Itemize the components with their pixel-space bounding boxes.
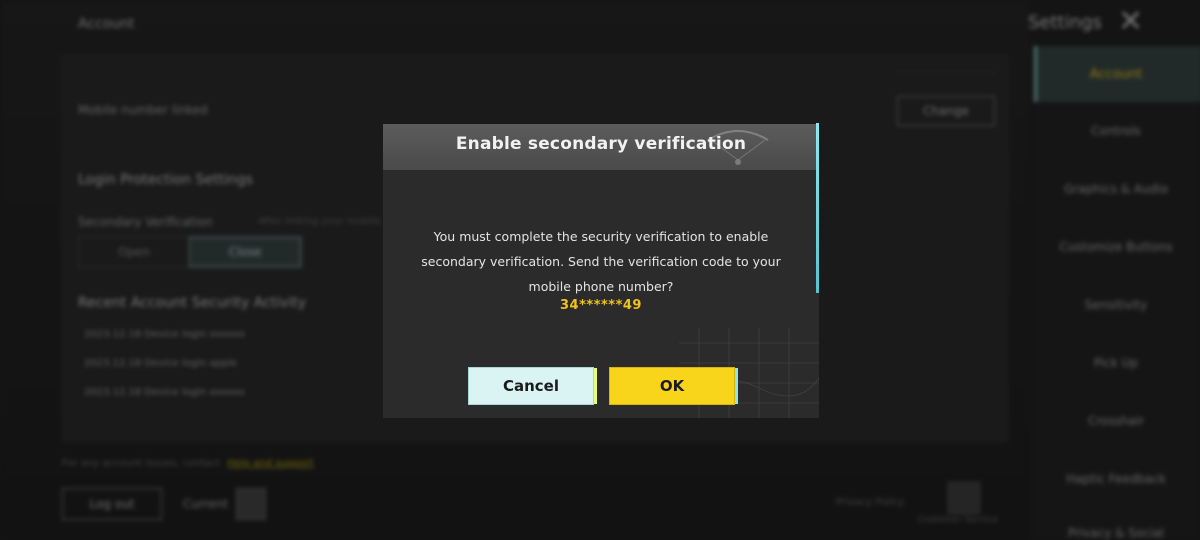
dialog-edge-accent (816, 123, 819, 293)
button-edge-accent (735, 368, 738, 404)
dialog-title: Enable secondary verification (455, 134, 747, 154)
cancel-button-label: Cancel (502, 377, 559, 395)
dialog-header: Enable secondary verification (383, 124, 819, 170)
masked-phone-number: 34******49 (560, 298, 642, 313)
dialog-message: You must complete the security verificat… (421, 229, 781, 294)
secondary-verification-dialog: Enable secondary verification You must c… (382, 123, 820, 419)
button-edge-accent (594, 368, 597, 404)
cancel-button[interactable]: Cancel (468, 367, 597, 405)
ok-button[interactable]: OK (609, 367, 738, 405)
ok-button-label: OK (659, 377, 685, 395)
